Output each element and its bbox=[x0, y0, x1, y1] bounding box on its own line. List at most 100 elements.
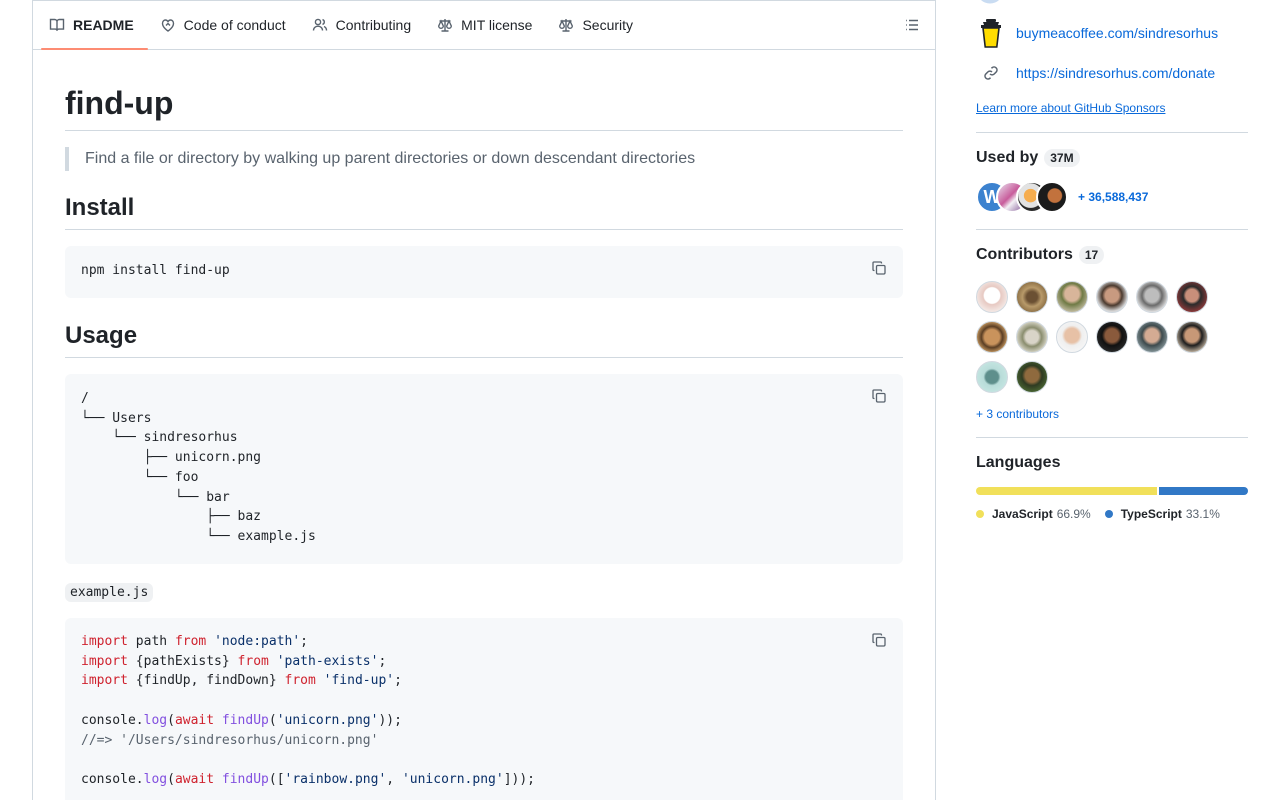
contributor-avatar[interactable] bbox=[1176, 281, 1208, 313]
contributor-avatar[interactable] bbox=[1016, 361, 1048, 393]
coffee-cup-icon bbox=[976, 17, 1006, 49]
sponsor-link-row[interactable]: https://sindresorhus.com/donate bbox=[976, 53, 1248, 93]
tree-line: └── Users bbox=[81, 410, 152, 426]
sponsor-link[interactable]: buymeacoffee.com/sindresorhus bbox=[1016, 25, 1218, 41]
language-name: TypeScript bbox=[1120, 507, 1182, 521]
repo-sidebar: buymeacoffee.com/sindresorhus https://si… bbox=[976, 0, 1248, 521]
sponsor-link-row[interactable]: buymeacoffee.com/sindresorhus bbox=[976, 13, 1248, 53]
copy-button[interactable] bbox=[869, 386, 889, 406]
code-text: ; bbox=[300, 634, 308, 649]
language-bar-segment bbox=[1158, 487, 1248, 495]
contributor-avatar[interactable] bbox=[1096, 281, 1128, 313]
readme-title: find-up bbox=[65, 83, 903, 131]
code-function: findUp bbox=[221, 771, 269, 787]
languages-heading: Languages bbox=[976, 454, 1248, 472]
tab-readme[interactable]: README bbox=[41, 1, 148, 50]
code-string: 'unicorn.png' bbox=[401, 771, 504, 787]
code-text: ])); bbox=[503, 771, 535, 787]
code-text: {findUp, findDown} bbox=[127, 673, 285, 689]
code-string: 'find-up' bbox=[323, 673, 395, 689]
code-string: 'node:path' bbox=[214, 634, 301, 649]
contributor-avatar[interactable] bbox=[1096, 321, 1128, 353]
people-icon bbox=[312, 18, 327, 31]
tree-line: └── foo bbox=[81, 469, 199, 485]
tab-label: Code of conduct bbox=[183, 17, 286, 33]
contributor-avatar[interactable] bbox=[976, 281, 1008, 313]
tab-security[interactable]: Security bbox=[550, 1, 647, 49]
install-heading: Install bbox=[65, 193, 903, 230]
code-text: ([ bbox=[268, 771, 285, 787]
code-keyword: from bbox=[237, 653, 269, 669]
used-by-more-link[interactable]: + 36,588,437 bbox=[1078, 190, 1148, 204]
contributor-avatar[interactable] bbox=[1056, 321, 1088, 353]
contributor-avatar[interactable] bbox=[976, 361, 1008, 393]
code-text: ; bbox=[378, 653, 387, 669]
contributors-heading[interactable]: Contributors 17 bbox=[976, 246, 1248, 264]
readme-tabs: README Code of conduct Contributing MIT … bbox=[33, 1, 935, 50]
tab-label: Security bbox=[582, 17, 634, 33]
contributor-avatar[interactable] bbox=[1176, 321, 1208, 353]
readme-description: Find a file or directory by walking up p… bbox=[65, 147, 903, 171]
tree-line: / bbox=[81, 391, 89, 406]
code-text: path bbox=[127, 634, 175, 649]
code-comment: //=> '/Users/sindresorhus/unicorn.png' bbox=[81, 732, 379, 748]
tab-contributing[interactable]: Contributing bbox=[304, 1, 426, 49]
list-unordered-icon bbox=[906, 19, 918, 31]
language-dot-icon bbox=[1104, 510, 1113, 518]
contributor-avatar[interactable] bbox=[1136, 281, 1168, 313]
copy-icon bbox=[872, 633, 886, 647]
learn-more-sponsors-link[interactable]: Learn more about GitHub Sponsors bbox=[976, 101, 1248, 115]
language-list: JavaScript 66.9% TypeScript 33.1% bbox=[976, 507, 1248, 521]
contributor-avatar[interactable] bbox=[1016, 281, 1048, 313]
contributor-avatar[interactable] bbox=[1136, 321, 1168, 353]
code-text: , bbox=[386, 771, 402, 787]
sidebar-divider bbox=[976, 437, 1248, 438]
code-text: {pathExists} bbox=[127, 653, 238, 669]
tab-label: MIT license bbox=[461, 17, 533, 33]
used-by-heading[interactable]: Used by 37M bbox=[976, 149, 1248, 167]
example-code-block: import path from 'node:path'; import {pa… bbox=[65, 618, 903, 800]
code-function: findUp bbox=[221, 712, 269, 728]
code-keyword: from bbox=[174, 634, 207, 649]
language-percent: 66.9% bbox=[1056, 507, 1091, 521]
code-string: 'rainbow.png' bbox=[284, 771, 387, 787]
language-item[interactable]: JavaScript 66.9% bbox=[976, 507, 1091, 521]
used-by-avatars[interactable]: W + 36,588,437 bbox=[976, 181, 1248, 213]
sponsor-link[interactable]: https://sindresorhus.com/donate bbox=[1016, 65, 1215, 81]
code-text: console. bbox=[81, 712, 144, 728]
link-icon bbox=[976, 65, 1006, 81]
tab-label: README bbox=[73, 17, 134, 33]
contributor-avatar[interactable] bbox=[1016, 321, 1048, 353]
tab-mit-license[interactable]: MIT license bbox=[429, 1, 546, 49]
code-text: ; bbox=[394, 673, 402, 689]
outline-button[interactable] bbox=[897, 11, 927, 39]
more-contributors-link[interactable]: + 3 contributors bbox=[976, 407, 1248, 421]
tab-code-of-conduct[interactable]: Code of conduct bbox=[152, 1, 300, 49]
contributor-avatar[interactable] bbox=[976, 321, 1008, 353]
language-name: JavaScript bbox=[992, 507, 1053, 521]
code-text: ( bbox=[167, 771, 175, 787]
contributor-avatar[interactable] bbox=[1056, 281, 1088, 313]
code-string: 'path-exists' bbox=[276, 653, 379, 669]
install-code-block: npm install find-up bbox=[65, 246, 903, 298]
used-by-title: Used by bbox=[976, 149, 1039, 166]
tree-line: └── sindresorhus bbox=[81, 430, 238, 446]
tab-label: Contributing bbox=[335, 17, 412, 33]
law-icon bbox=[438, 19, 453, 32]
language-dot-icon bbox=[976, 510, 984, 518]
sidebar-divider bbox=[976, 132, 1248, 133]
copy-button[interactable] bbox=[869, 258, 889, 278]
book-icon bbox=[49, 18, 65, 31]
copy-button[interactable] bbox=[869, 630, 889, 650]
install-command[interactable]: npm install find-up bbox=[81, 263, 230, 278]
used-by-count: 37M bbox=[1044, 149, 1080, 167]
heart-icon bbox=[161, 19, 174, 32]
law-icon bbox=[559, 19, 574, 32]
code-text: console. bbox=[81, 771, 144, 787]
language-item[interactable]: TypeScript 33.1% bbox=[1104, 507, 1220, 521]
sponsor-avatar-partial bbox=[980, 0, 1000, 4]
copy-icon bbox=[872, 389, 886, 403]
code-keyword: await bbox=[174, 712, 215, 728]
